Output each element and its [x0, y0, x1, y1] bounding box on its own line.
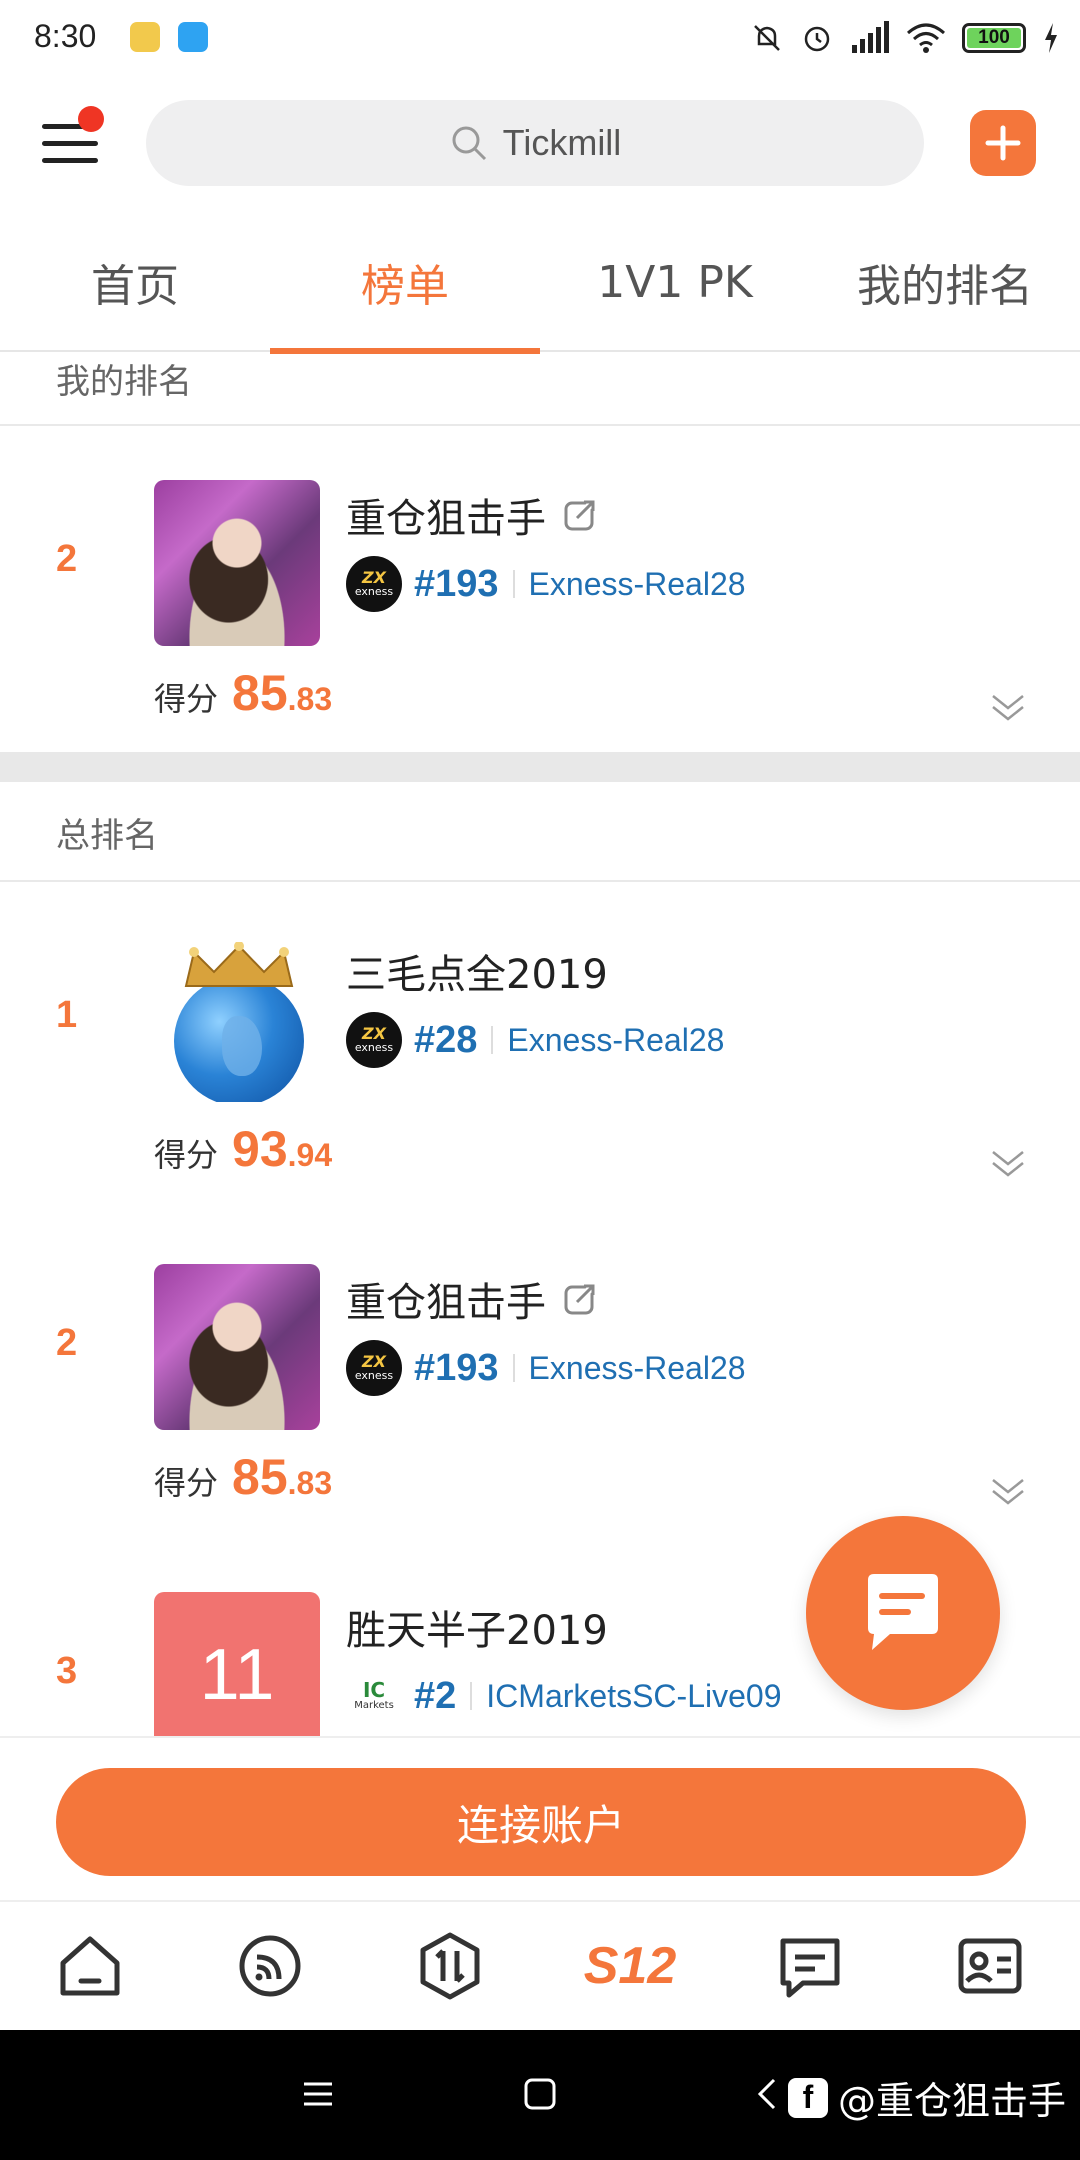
chat-fab-button[interactable] [806, 1516, 1000, 1710]
mute-icon [754, 25, 780, 51]
avatar [154, 480, 320, 646]
trader-name: 重仓狙击手 [346, 1280, 546, 1326]
rank-number: 2 [56, 1322, 78, 1364]
charging-icon [1045, 23, 1057, 53]
external-link-icon[interactable] [562, 497, 598, 533]
account-number: #28 [414, 1018, 478, 1061]
account-number: #193 [414, 562, 499, 605]
trade-icon [420, 1932, 480, 2000]
server-name: Exness-Real28 [528, 565, 746, 602]
exness-logo: ZX exness [346, 1012, 402, 1068]
score: 得分 85 .83 [154, 1449, 333, 1505]
tab-bar: 首页 榜单 1V1 PK 我的排名 [0, 212, 1080, 354]
tab-my-ranking[interactable]: 我的排名 [810, 212, 1080, 352]
battery-icon: 100 [962, 23, 1026, 53]
search-icon [452, 126, 486, 161]
wifi-icon [907, 23, 945, 53]
my-ranking-header: 我的排名 [0, 354, 1080, 426]
nav-feed[interactable] [225, 1921, 315, 2011]
tab-1v1-pk[interactable]: 1V1 PK [540, 212, 810, 352]
ranking-card-mine[interactable]: 2 重仓狙击手 ZX exness #193 Exness-Real28 得分 8… [0, 428, 1080, 758]
search-value: Tickmill [502, 122, 622, 163]
status-bar: 8:30 100 [0, 0, 1080, 76]
profile-card-icon [958, 1938, 1022, 1994]
avatar [154, 936, 320, 1102]
avatar: 11 [154, 1592, 320, 1736]
home-icon [60, 1936, 120, 1996]
recent-apps-icon[interactable] [298, 2074, 338, 2114]
exness-logo: ZX exness [346, 1340, 402, 1396]
server-name: Exness-Real28 [507, 1021, 725, 1058]
app-header: Tickmill [0, 76, 1080, 212]
facebook-icon: f [787, 2077, 828, 2118]
signal-icon [852, 21, 889, 53]
notification-dot [78, 106, 104, 132]
section-divider [0, 752, 1080, 782]
rss-icon [239, 1935, 301, 1997]
chat-icon [780, 1938, 840, 1998]
score: 得分 85 .83 [154, 665, 333, 721]
expand-chevron-icon[interactable] [990, 1474, 1026, 1510]
watermark-text: @重仓狙击手 [837, 2079, 1066, 2123]
cloud-app-icon [178, 22, 208, 52]
section-title: 总排名 [56, 816, 158, 856]
alarm-icon [804, 26, 830, 52]
home-square-icon[interactable] [520, 2074, 560, 2114]
account-number: #193 [414, 1346, 499, 1389]
rank-number: 3 [56, 1650, 78, 1692]
notification-app-icon [130, 22, 160, 52]
nav-home[interactable] [45, 1921, 135, 2011]
rank-number: 1 [56, 994, 78, 1036]
add-button[interactable] [970, 110, 1036, 176]
system-nav-bar: f @重仓狙击手 [0, 2030, 1080, 2160]
ranking-card-1[interactable]: 1 三毛点全2019 ZX exness #28 Exness-Real28 得分… [0, 884, 1080, 1214]
expand-chevron-icon[interactable] [990, 1146, 1026, 1182]
icmarkets-logo: IC Markets [354, 1678, 394, 1711]
search-input[interactable]: Tickmill [146, 100, 924, 186]
score: 得分 93 .94 [154, 1121, 333, 1177]
avatar [154, 1264, 320, 1430]
connect-account-button[interactable]: 连接账户 [56, 1768, 1026, 1876]
server-name: Exness-Real28 [528, 1349, 746, 1386]
ranking-card-2[interactable]: 2 重仓狙击手 ZX exness #193 Exness-Real28 得分 8… [0, 1212, 1080, 1542]
clock: 8:30 [34, 18, 97, 54]
nav-trade[interactable] [405, 1921, 495, 2011]
trader-name: 重仓狙击手 [346, 496, 546, 542]
overall-ranking-header: 总排名 [0, 782, 1080, 882]
status-icons: 100 [750, 14, 1060, 62]
message-icon [868, 1574, 938, 1650]
section-title: 我的排名 [56, 362, 192, 402]
tab-home[interactable]: 首页 [0, 212, 270, 352]
watermark: f @重仓狙击手 [787, 2070, 1066, 2125]
exness-logo: ZX exness [346, 556, 402, 612]
bottom-nav: S12 [0, 1900, 1080, 2030]
rank-number: 2 [56, 538, 78, 580]
back-icon[interactable] [752, 2074, 782, 2114]
plus-icon [985, 125, 1021, 161]
expand-chevron-icon[interactable] [990, 690, 1026, 726]
nav-s12[interactable]: S12 [584, 1921, 677, 2011]
nav-profile[interactable] [945, 1921, 1035, 2011]
trader-name: 三毛点全2019 [346, 952, 608, 998]
tab-leaderboard[interactable]: 榜单 [270, 212, 540, 354]
server-name: ICMarketsSC-Live09 [486, 1677, 782, 1714]
nav-messages[interactable] [765, 1921, 855, 2011]
trader-name: 胜天半子2019 [346, 1608, 608, 1654]
external-link-icon[interactable] [562, 1281, 598, 1317]
action-bar: 连接账户 [0, 1736, 1080, 1900]
account-number: #2 [414, 1674, 457, 1717]
